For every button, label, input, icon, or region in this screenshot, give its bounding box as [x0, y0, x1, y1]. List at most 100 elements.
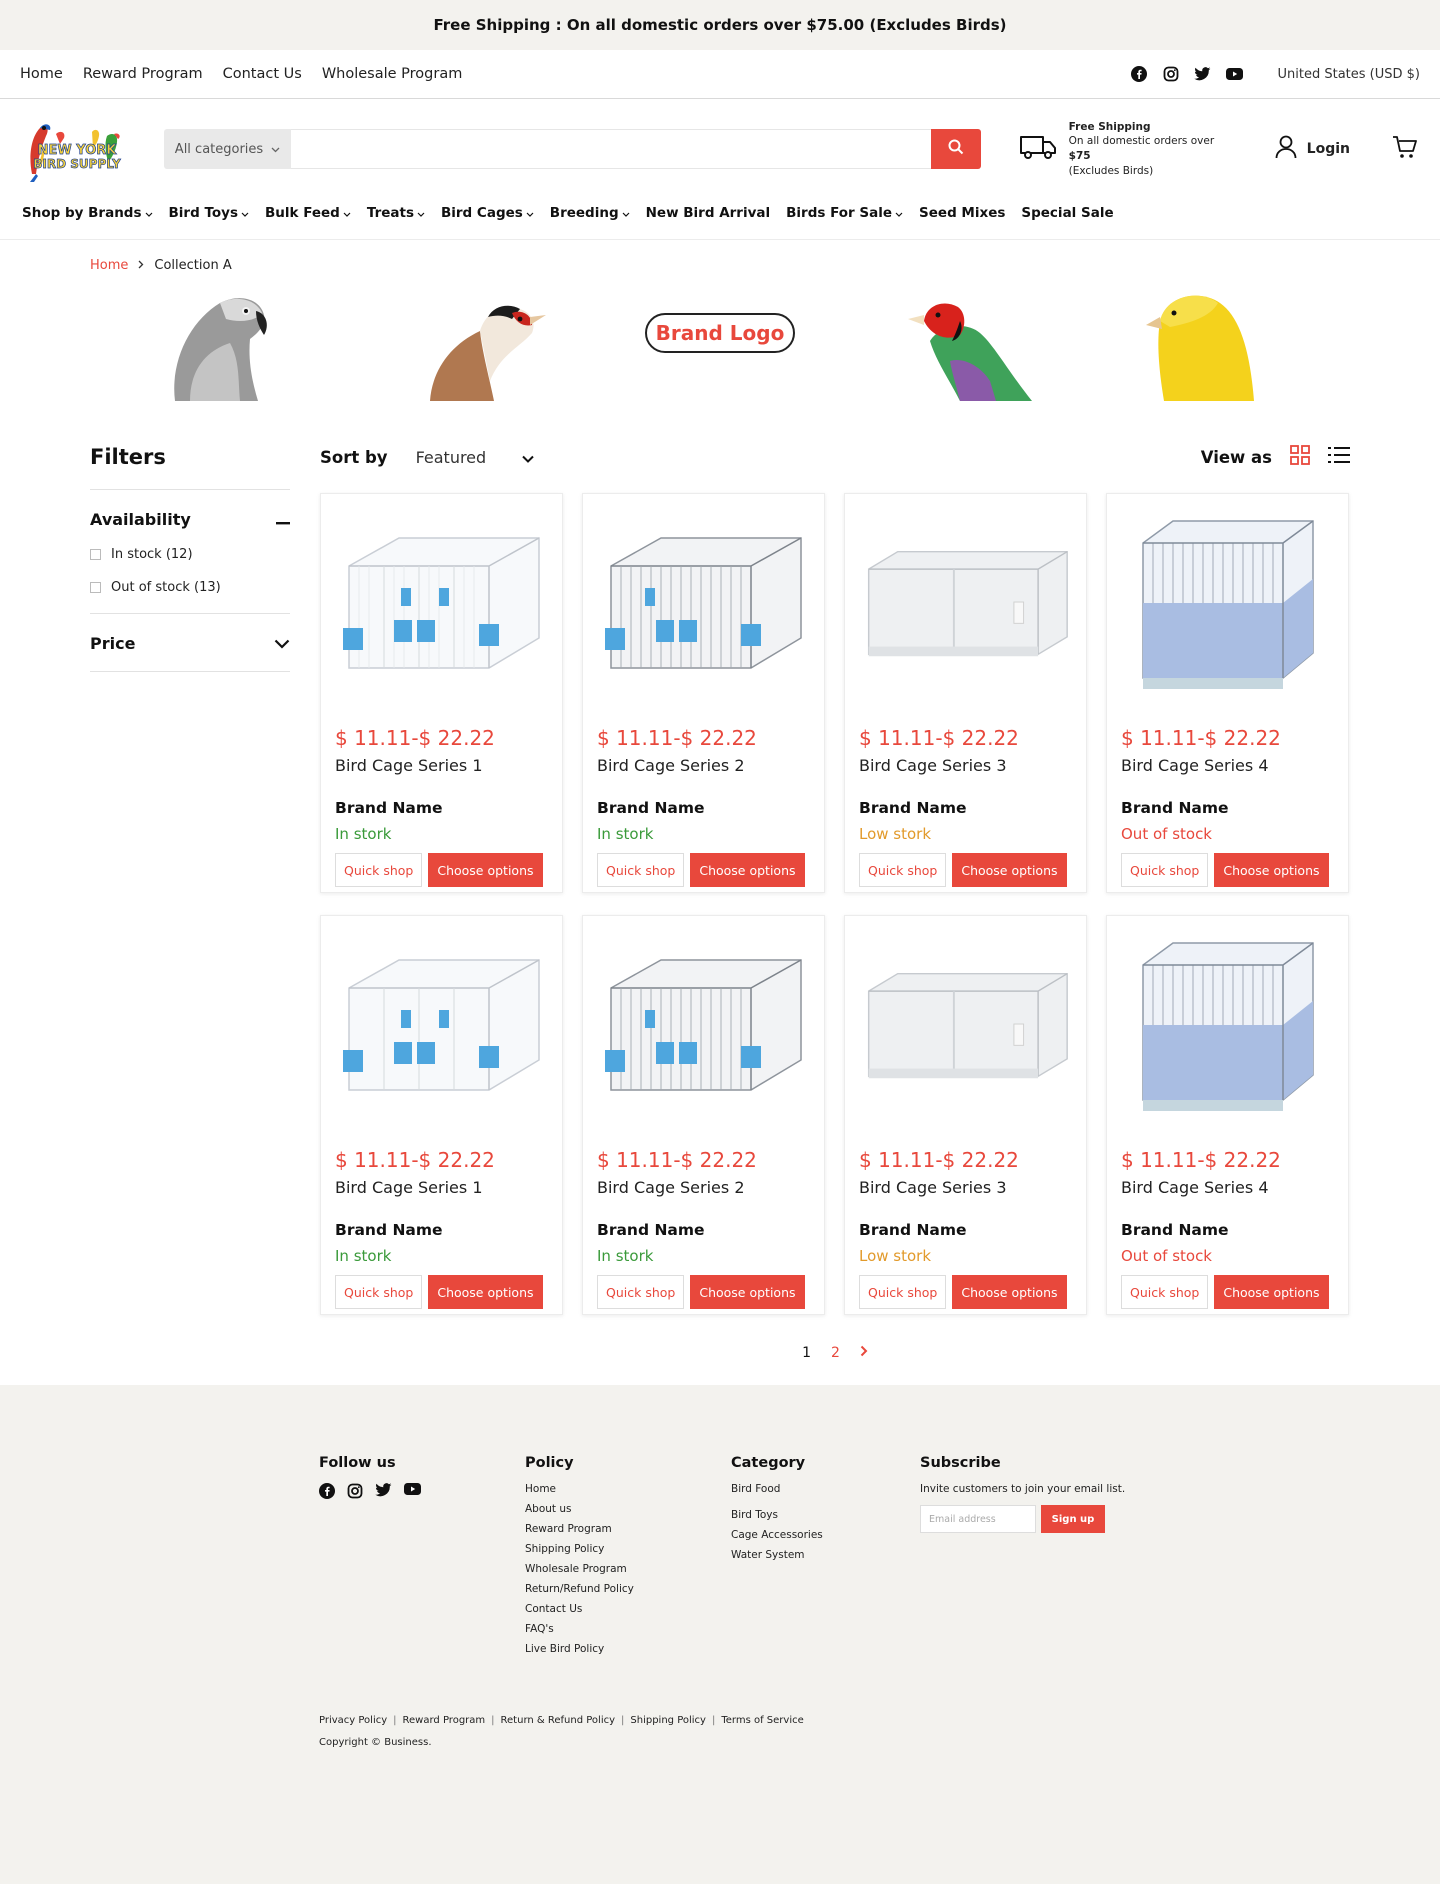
page-link[interactable]: 2: [831, 1345, 840, 1361]
product-card[interactable]: $ 11.11-$ 22.22 Bird Cage Series 2 Brand…: [582, 915, 825, 1315]
product-title[interactable]: Bird Cage Series 2: [597, 1178, 810, 1197]
nav-item-treats[interactable]: Treats: [367, 205, 425, 221]
product-title[interactable]: Bird Cage Series 2: [597, 756, 810, 775]
footer-link[interactable]: Bird Toys: [731, 1509, 920, 1521]
choose-options-button[interactable]: Choose options: [428, 853, 543, 887]
choose-options-button[interactable]: Choose options: [1214, 853, 1329, 887]
product-card[interactable]: $ 11.11-$ 22.22 Bird Cage Series 4 Brand…: [1106, 493, 1349, 893]
footer-link[interactable]: Reward Program: [525, 1523, 731, 1535]
search-input[interactable]: [291, 129, 931, 169]
sign-up-button[interactable]: Sign up: [1041, 1505, 1105, 1533]
filter-in-stock[interactable]: In stock (12): [90, 547, 290, 562]
list-view-icon[interactable]: [1328, 446, 1350, 468]
choose-options-button[interactable]: Choose options: [690, 853, 805, 887]
quick-shop-button[interactable]: Quick shop: [859, 853, 947, 887]
cart-button[interactable]: [1392, 135, 1418, 163]
quick-shop-button[interactable]: Quick shop: [597, 1275, 685, 1309]
nav-item-new-bird-arrival[interactable]: New Bird Arrival: [646, 205, 771, 221]
product-title[interactable]: Bird Cage Series 4: [1121, 1178, 1334, 1197]
quick-shop-button[interactable]: Quick shop: [1121, 1275, 1209, 1309]
quick-shop-button[interactable]: Quick shop: [597, 853, 685, 887]
product-image[interactable]: [597, 508, 810, 698]
footer-link[interactable]: Water System: [731, 1549, 920, 1561]
quick-shop-button[interactable]: Quick shop: [1121, 853, 1209, 887]
youtube-icon[interactable]: [404, 1483, 421, 1503]
footer-link[interactable]: Home: [525, 1483, 731, 1495]
product-card[interactable]: $ 11.11-$ 22.22 Bird Cage Series 2 Brand…: [582, 493, 825, 893]
product-image[interactable]: [335, 930, 548, 1120]
quick-shop-button[interactable]: Quick shop: [859, 1275, 947, 1309]
product-image[interactable]: [859, 930, 1072, 1120]
category-select[interactable]: All categories: [164, 129, 291, 169]
footer-link[interactable]: Contact Us: [525, 1603, 731, 1615]
product-image[interactable]: [1121, 930, 1334, 1120]
breadcrumb-home[interactable]: Home: [90, 258, 128, 273]
product-title[interactable]: Bird Cage Series 1: [335, 756, 548, 775]
utility-link-wholesale-program[interactable]: Wholesale Program: [322, 66, 463, 82]
footer-link[interactable]: Wholesale Program: [525, 1563, 731, 1575]
footer-link[interactable]: About us: [525, 1503, 731, 1515]
choose-options-button[interactable]: Choose options: [952, 1275, 1067, 1309]
footer-link[interactable]: Live Bird Policy: [525, 1643, 731, 1655]
instagram-icon[interactable]: [1162, 65, 1180, 83]
choose-options-button[interactable]: Choose options: [690, 1275, 805, 1309]
instagram-icon[interactable]: [347, 1483, 363, 1503]
legal-link[interactable]: Shipping Policy: [630, 1715, 706, 1726]
availability-toggle[interactable]: Availability: [90, 510, 290, 529]
twitter-icon[interactable]: [1194, 65, 1212, 83]
nav-item-birds-for-sale[interactable]: Birds For Sale: [786, 205, 903, 221]
choose-options-button[interactable]: Choose options: [1214, 1275, 1329, 1309]
utility-link-contact-us[interactable]: Contact Us: [223, 66, 302, 82]
filter-out-of-stock[interactable]: Out of stock (13): [90, 580, 290, 595]
product-card[interactable]: $ 11.11-$ 22.22 Bird Cage Series 3 Brand…: [844, 493, 1087, 893]
footer-link[interactable]: Return/Refund Policy: [525, 1583, 731, 1595]
grid-view-icon[interactable]: [1290, 445, 1310, 469]
nav-item-special-sale[interactable]: Special Sale: [1021, 205, 1113, 221]
product-title[interactable]: Bird Cage Series 3: [859, 756, 1072, 775]
login-link[interactable]: Login: [1275, 135, 1350, 163]
legal-link[interactable]: Terms of Service: [721, 1715, 803, 1726]
quick-shop-button[interactable]: Quick shop: [335, 1275, 423, 1309]
product-title[interactable]: Bird Cage Series 4: [1121, 756, 1334, 775]
choose-options-button[interactable]: Choose options: [952, 853, 1067, 887]
twitter-icon[interactable]: [375, 1483, 392, 1503]
product-card[interactable]: $ 11.11-$ 22.22 Bird Cage Series 1 Brand…: [320, 915, 563, 1315]
checkbox[interactable]: [90, 582, 101, 593]
product-image[interactable]: [597, 930, 810, 1120]
product-card[interactable]: $ 11.11-$ 22.22 Bird Cage Series 1 Brand…: [320, 493, 563, 893]
price-toggle[interactable]: Price: [90, 634, 290, 653]
product-image[interactable]: [335, 508, 548, 698]
product-image[interactable]: [859, 508, 1072, 698]
product-card[interactable]: $ 11.11-$ 22.22 Bird Cage Series 3 Brand…: [844, 915, 1087, 1315]
facebook-icon[interactable]: [319, 1483, 335, 1503]
nav-item-shop-by-brands[interactable]: Shop by Brands: [22, 205, 153, 221]
footer-link[interactable]: Cage Accessories: [731, 1529, 920, 1541]
utility-link-reward-program[interactable]: Reward Program: [83, 66, 203, 82]
choose-options-button[interactable]: Choose options: [428, 1275, 543, 1309]
sort-select[interactable]: Featured: [416, 448, 535, 467]
nav-item-bulk-feed[interactable]: Bulk Feed: [265, 205, 351, 221]
footer-link[interactable]: Shipping Policy: [525, 1543, 731, 1555]
checkbox[interactable]: [90, 549, 101, 560]
youtube-icon[interactable]: [1226, 65, 1244, 83]
quick-shop-button[interactable]: Quick shop: [335, 853, 423, 887]
legal-link[interactable]: Return & Refund Policy: [501, 1715, 615, 1726]
product-image[interactable]: [1121, 508, 1334, 698]
email-field[interactable]: Email address: [920, 1505, 1036, 1533]
product-title[interactable]: Bird Cage Series 1: [335, 1178, 548, 1197]
legal-link[interactable]: Reward Program: [403, 1715, 486, 1726]
legal-link[interactable]: Privacy Policy: [319, 1715, 387, 1726]
nav-item-bird-toys[interactable]: Bird Toys: [169, 205, 249, 221]
product-card[interactable]: $ 11.11-$ 22.22 Bird Cage Series 4 Brand…: [1106, 915, 1349, 1315]
nav-item-breeding[interactable]: Breeding: [550, 205, 630, 221]
nav-item-bird-cages[interactable]: Bird Cages: [441, 205, 534, 221]
footer-link[interactable]: FAQ's: [525, 1623, 731, 1635]
product-title[interactable]: Bird Cage Series 3: [859, 1178, 1072, 1197]
chevron-right-icon[interactable]: [860, 1345, 868, 1361]
facebook-icon[interactable]: [1130, 65, 1148, 83]
nav-item-seed-mixes[interactable]: Seed Mixes: [919, 205, 1005, 221]
search-button[interactable]: [930, 129, 981, 169]
footer-link[interactable]: Bird Food: [731, 1483, 920, 1495]
store-logo[interactable]: NEW YORK BIRD SUPPLY: [22, 114, 132, 184]
currency-selector[interactable]: United States (USD $): [1278, 67, 1421, 82]
